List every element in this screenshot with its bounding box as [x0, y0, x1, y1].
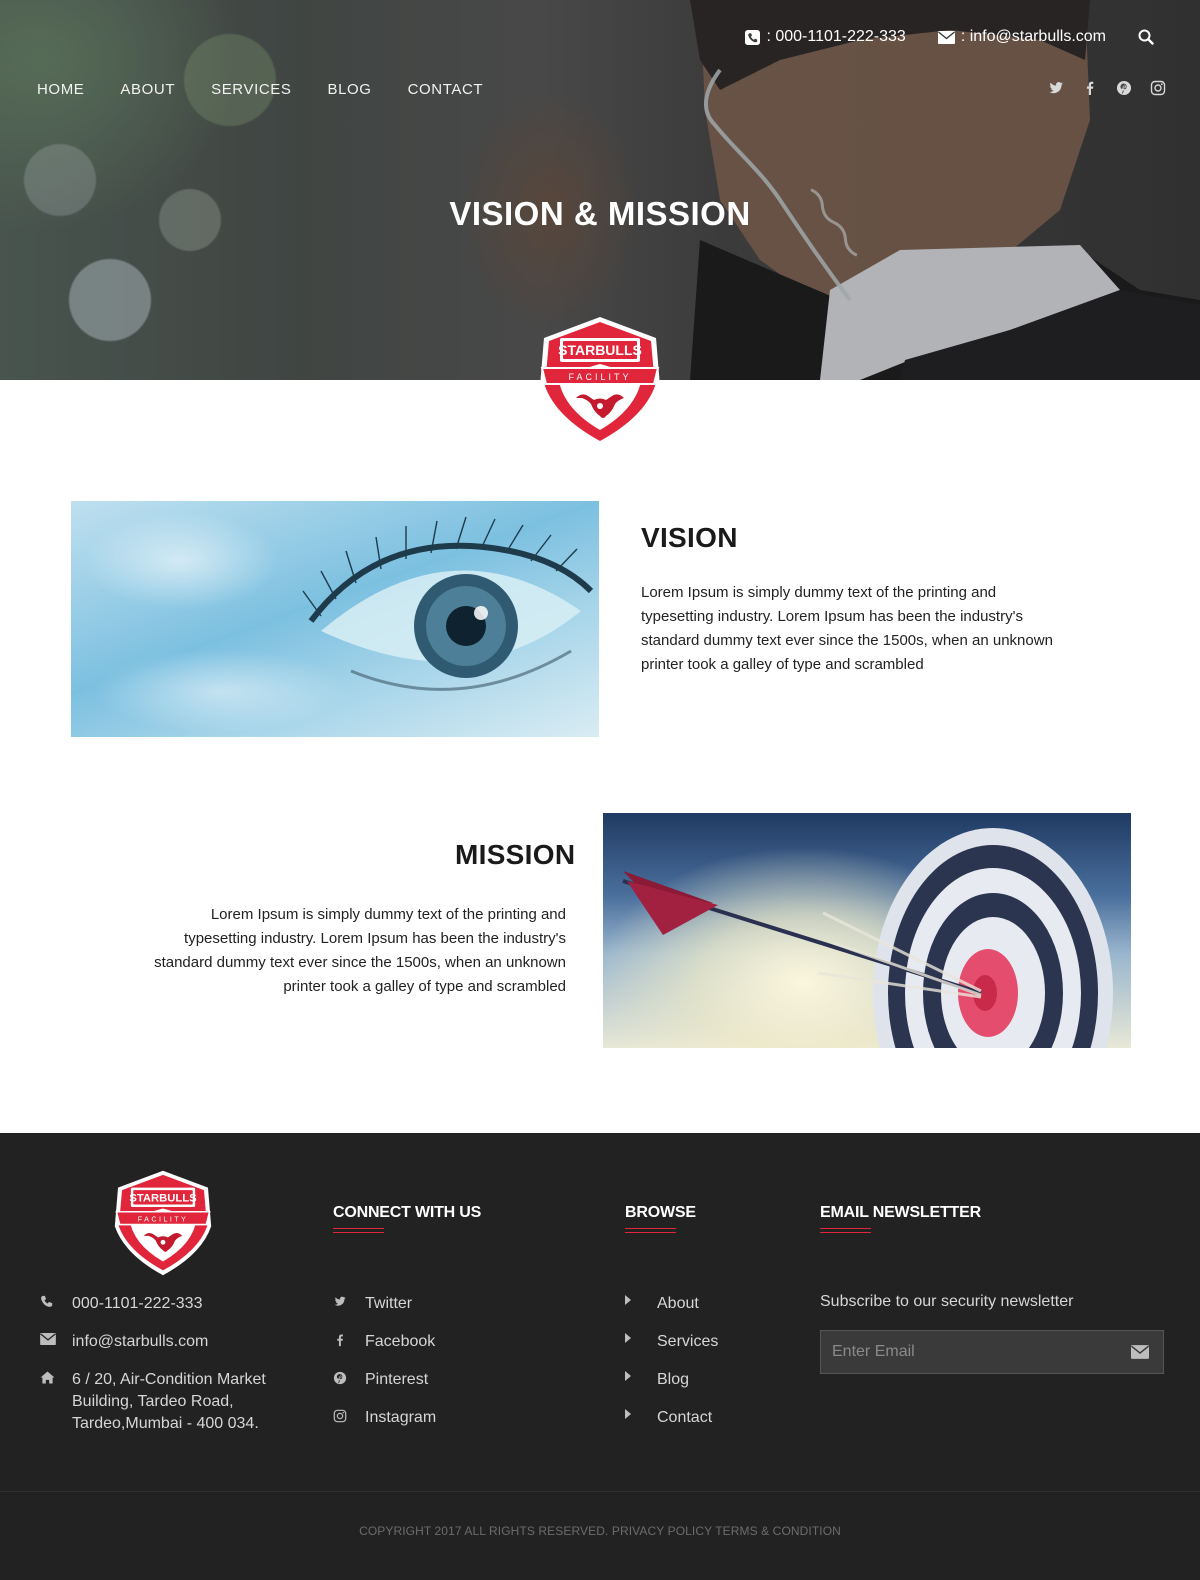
vision-title: VISION — [641, 522, 738, 553]
footer-link-facebook[interactable]: Facebook — [333, 1331, 435, 1353]
header-email-text: : info@starbulls.com — [960, 28, 1106, 45]
browse-link-blog-label: Blog — [657, 1371, 690, 1388]
envelope-icon — [40, 1333, 56, 1345]
footer-link-pinterest[interactable]: Pinterest — [333, 1369, 428, 1391]
footer-link-twitter-label: Twitter — [365, 1295, 413, 1312]
phone-icon — [41, 1295, 53, 1307]
envelope-submit-icon[interactable] — [1131, 1345, 1149, 1359]
nav-home[interactable]: HOME — [37, 81, 84, 98]
phone-icon — [745, 29, 761, 45]
browse-link-services-label: Services — [657, 1333, 719, 1350]
footer-email[interactable]: info@starbulls.com — [40, 1331, 208, 1353]
caret-right-icon — [625, 1371, 631, 1381]
browse-link-about[interactable]: About — [625, 1293, 699, 1315]
browse-link-about-label: About — [657, 1295, 699, 1312]
browse-link-contact-label: Contact — [657, 1409, 713, 1426]
pinterest-icon — [333, 1371, 347, 1385]
footer-link-twitter[interactable]: Twitter — [333, 1293, 412, 1315]
search-icon[interactable] — [1138, 29, 1154, 45]
newsletter-email-input[interactable] — [821, 1331, 1111, 1373]
caret-right-icon — [625, 1409, 631, 1419]
logo-text-top: STARBULLS — [558, 342, 642, 358]
newsletter-description: Subscribe to our security newsletter — [820, 1293, 1074, 1310]
logo-text-bottom: FACILITY — [568, 372, 631, 382]
nav-blog[interactable]: BLOG — [327, 81, 371, 98]
footer-address-text: 6 / 20, Air-Condition Market Building, T… — [72, 1371, 266, 1432]
home-icon — [40, 1371, 55, 1384]
mission-text: Lorem Ipsum is simply dummy text of the … — [154, 906, 566, 995]
browse-link-contact[interactable]: Contact — [625, 1407, 712, 1429]
page-title: VISION & MISSION — [449, 195, 751, 232]
footer-link-pinterest-label: Pinterest — [365, 1371, 429, 1388]
envelope-icon — [937, 30, 955, 44]
newsletter-underline — [820, 1228, 871, 1233]
caret-right-icon — [625, 1295, 631, 1305]
header-email[interactable]: : info@starbulls.com — [937, 28, 1106, 46]
instagram-icon — [333, 1409, 347, 1423]
header-phone[interactable]: : 000-1101-222-333 — [745, 28, 906, 46]
main-navigation: HOME ABOUT SERVICES BLOG CONTACT — [37, 81, 483, 98]
pinterest-icon[interactable] — [1116, 80, 1132, 96]
connect-title: CONNECT WITH US — [333, 1204, 482, 1221]
vision-image — [71, 501, 599, 737]
footer-address: 6 / 20, Air-Condition Market Building, T… — [40, 1369, 290, 1435]
header-phone-text: : 000-1101-222-333 — [766, 28, 906, 45]
newsletter-form — [820, 1330, 1164, 1374]
caret-right-icon — [625, 1333, 631, 1343]
newsletter-title: EMAIL NEWSLETTER — [820, 1204, 981, 1221]
footer-divider — [0, 1491, 1200, 1492]
nav-about[interactable]: ABOUT — [120, 81, 175, 98]
footer-phone-text: 000-1101-222-333 — [72, 1295, 203, 1312]
twitter-icon — [334, 1296, 346, 1306]
top-contact-bar: : 000-1101-222-333 : info@starbulls.com — [745, 28, 1154, 46]
browse-underline — [625, 1228, 676, 1233]
instagram-icon[interactable] — [1150, 80, 1166, 96]
facebook-icon[interactable] — [1082, 80, 1098, 96]
copyright-text: COPYRIGHT 2017 ALL RIGHTS RESERVED. PRIV… — [359, 1524, 841, 1538]
footer-email-text: info@starbulls.com — [72, 1333, 209, 1350]
mission-title: MISSION — [455, 839, 576, 870]
footer-logo[interactable]: STARBULLS FACILITY — [112, 1170, 214, 1276]
nav-services[interactable]: SERVICES — [211, 81, 291, 98]
starbulls-logo[interactable]: STARBULLS FACILITY — [538, 316, 662, 448]
footer-link-instagram-label: Instagram — [365, 1409, 437, 1426]
browse-link-blog[interactable]: Blog — [625, 1369, 689, 1391]
mission-image — [603, 813, 1131, 1048]
footer-logo-text-top: STARBULLS — [129, 1192, 197, 1204]
footer-link-facebook-label: Facebook — [365, 1333, 436, 1350]
browse-link-services[interactable]: Services — [625, 1331, 718, 1353]
header-social-icons — [1048, 80, 1166, 96]
footer-link-instagram[interactable]: Instagram — [333, 1407, 436, 1429]
twitter-icon[interactable] — [1048, 80, 1064, 96]
footer-phone[interactable]: 000-1101-222-333 — [40, 1293, 202, 1315]
facebook-icon — [337, 1334, 343, 1347]
nav-contact[interactable]: CONTACT — [408, 81, 484, 98]
browse-title: BROWSE — [625, 1204, 696, 1221]
vision-text: Lorem Ipsum is simply dummy text of the … — [641, 584, 1053, 673]
footer-logo-text-bottom: FACILITY — [138, 1214, 189, 1223]
connect-underline — [333, 1228, 384, 1233]
